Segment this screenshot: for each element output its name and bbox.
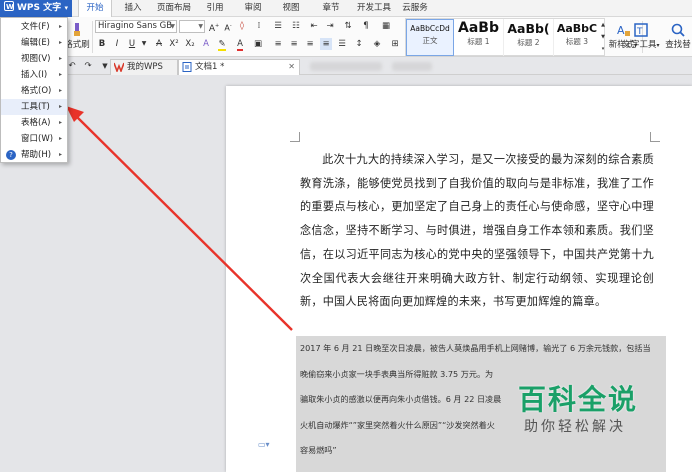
menu-item-format[interactable]: 格式(O) ▸ [1,83,67,99]
help-icon: ? [6,150,16,160]
chevron-right-icon: ▸ [58,135,62,142]
menu-item-label: 表格(A) [21,118,51,128]
chevron-right-icon: ▸ [58,119,62,126]
menu-item-label: 格式(O) [21,86,52,96]
chevron-right-icon: ▸ [58,71,62,78]
watermark-title: 百科全说 [518,383,639,416]
menu-item-help[interactable]: ? 帮助(H) ▸ [1,147,67,163]
chevron-right-icon: ▸ [58,23,62,30]
chevron-right-icon: ▸ [58,55,62,62]
menu-item-label: 文件(F) [21,22,50,32]
menu-item-label: 插入(I) [21,70,48,80]
menu-item-insert[interactable]: 插入(I) ▸ [1,67,67,83]
menu-item-tools[interactable]: 工具(T) ▸ [1,99,67,115]
wps-app-menu-dropdown: 文件(F) ▸ 编辑(E) ▸ 视图(V) ▸ 插入(I) ▸ 格式(O) ▸ 工具(T)… [0,17,68,163]
menu-item-label: 工具(T) [21,102,50,112]
menu-item-label: 视图(V) [21,54,51,64]
menu-item-label: 帮助(H) [21,150,52,160]
chevron-right-icon: ▸ [58,151,62,158]
menu-item-label: 窗口(W) [21,134,54,144]
watermark: 百科全说 助你轻松解决 [496,370,666,470]
menu-item-label: 编辑(E) [21,38,51,48]
menu-item-view[interactable]: 视图(V) ▸ [1,51,67,67]
chevron-right-icon: ▸ [58,103,62,110]
chevron-right-icon: ▸ [58,87,62,94]
chevron-right-icon: ▸ [58,39,62,46]
menu-item-window[interactable]: 窗口(W) ▸ [1,131,67,147]
menu-item-file[interactable]: 文件(F) ▸ [1,19,67,35]
watermark-subtitle: 助你轻松解决 [524,419,626,435]
menu-item-edit[interactable]: 编辑(E) ▸ [1,35,67,51]
menu-item-table[interactable]: 表格(A) ▸ [1,115,67,131]
